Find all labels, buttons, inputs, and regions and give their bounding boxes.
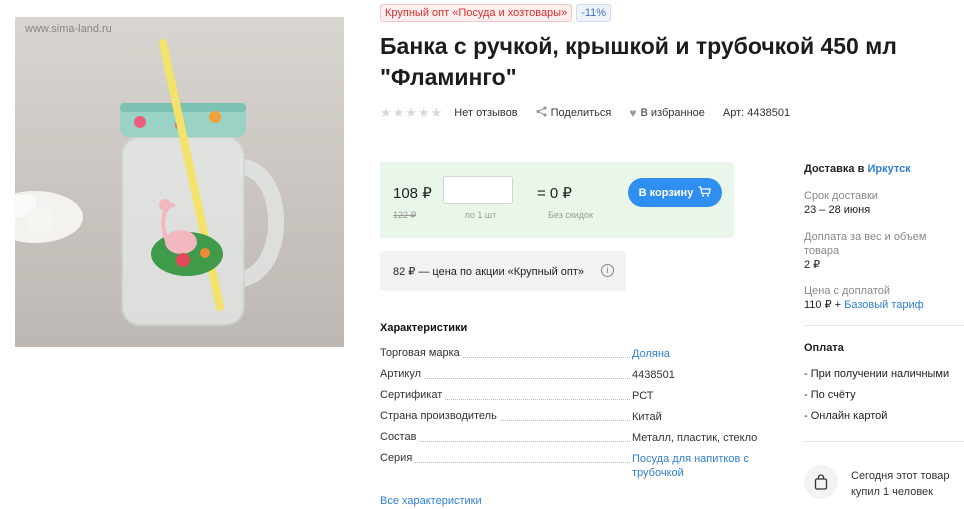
old-price: 122 ₽ — [393, 210, 417, 220]
share-icon — [536, 106, 547, 120]
char-value: Металл, пластик, стекло — [632, 432, 758, 444]
char-row-certificate: Сертификат РСТ — [380, 389, 760, 410]
quantity-note: по 1 шт — [465, 210, 497, 220]
divider — [804, 441, 964, 442]
series-link[interactable]: Посуда для напитков с трубочкой — [632, 452, 760, 480]
product-image[interactable]: www.sima-land.ru — [15, 17, 344, 347]
reviews-link[interactable]: Нет отзывов — [454, 107, 517, 119]
current-price: 108 ₽ — [393, 185, 432, 202]
char-key: Артикул — [380, 368, 425, 380]
surcharge-label: Доплата за вес и объем товара — [804, 231, 927, 257]
surcharge-value: 2 ₽ — [804, 259, 821, 271]
char-key: Торговая марка — [380, 347, 463, 359]
star-icon: ★ — [380, 105, 392, 120]
watermark: www.sima-land.ru — [25, 23, 112, 35]
char-key: Серия — [380, 452, 416, 464]
char-key: Страна производитель — [380, 410, 500, 422]
char-value: 4438501 — [632, 369, 675, 381]
char-value: РСТ — [632, 390, 654, 402]
cart-icon — [698, 185, 712, 200]
star-icon: ★ — [392, 105, 405, 120]
article-label: Арт: 4438501 — [722, 107, 791, 119]
delivery-heading: Доставка в Иркутск — [804, 163, 911, 175]
bought-text: Сегодня этот товар купил 1 человек — [851, 470, 950, 498]
price-box: 108 ₽ 122 ₽ по 1 шт = 0 ₽ Без скидок В к… — [380, 162, 734, 238]
delivery-heading-label: Доставка в — [804, 163, 865, 175]
delivery-term-label: Срок доставки — [804, 190, 878, 202]
promo-text: 82 ₽ — цена по акции «Крупный опт» — [393, 265, 585, 278]
info-icon[interactable]: i — [601, 264, 614, 277]
promo-price: 82 ₽ — цена по акции «Крупный опт» i — [380, 251, 626, 291]
rating-stars[interactable]: ★ ★ ★ ★ ★ — [380, 105, 442, 121]
share-label: Поделиться — [550, 107, 612, 119]
heart-icon: ♥ — [629, 106, 637, 120]
shopping-bag-icon — [804, 465, 838, 499]
divider — [804, 325, 964, 326]
jar-illustration — [15, 39, 284, 326]
total-note: Без скидок — [548, 210, 593, 220]
product-title: Банка с ручкой, крышкой и трубочкой 450 … — [380, 33, 897, 90]
price-with-surcharge-value: 110 ₽ + — [804, 299, 842, 311]
char-row-series: Серия Посуда для напитков с трубочкой — [380, 452, 760, 486]
all-characteristics-link[interactable]: Все характеристики — [380, 495, 482, 507]
characteristics-table: Торговая марка Доляна Артикул 4438501 Се… — [380, 347, 760, 486]
favorite-label: В избранное — [640, 107, 705, 119]
char-row-article: Артикул 4438501 — [380, 368, 760, 389]
reviews-label: Нет отзывов — [454, 107, 518, 119]
total-price: = 0 ₽ — [537, 185, 572, 202]
star-icon: ★ — [405, 105, 417, 120]
tariff-link[interactable]: Базовый тариф — [844, 299, 924, 311]
star-icon: ★ — [417, 105, 430, 120]
favorite-button[interactable]: ♥ В избранное — [629, 106, 705, 120]
char-key: Состав — [380, 431, 420, 443]
char-row-country: Страна производитель Китай — [380, 410, 760, 431]
price-with-surcharge-label: Цена с доплатой — [804, 285, 891, 297]
payment-heading: Оплата — [804, 342, 844, 354]
char-value: Китай — [632, 411, 662, 423]
add-to-cart-label: В корзину — [638, 186, 694, 199]
share-button[interactable]: Поделиться — [536, 106, 612, 120]
article-number: Арт: 4438501 — [723, 107, 790, 119]
brand-link[interactable]: Доляна — [632, 347, 760, 361]
city-link[interactable]: Иркутск — [867, 163, 910, 175]
payment-option: - При получении наличными — [804, 368, 950, 380]
delivery-term-value: 23 – 28 июня — [804, 204, 871, 216]
badge-group: Крупный опт «Посуда и хозтовары» -11% — [380, 4, 612, 22]
wholesale-badge[interactable]: Крупный опт «Посуда и хозтовары» — [380, 4, 573, 22]
char-key: Сертификат — [380, 389, 446, 401]
payment-option: - Онлайн картой — [804, 410, 888, 422]
discount-badge: -11% — [576, 4, 612, 22]
char-row-brand: Торговая марка Доляна — [380, 347, 760, 368]
payment-option: - По счёту — [804, 389, 856, 401]
product-meta: ★ ★ ★ ★ ★ Нет отзывов Поделиться ♥ В изб… — [380, 105, 808, 121]
char-row-composition: Состав Металл, пластик, стекло — [380, 431, 760, 452]
add-to-cart-button[interactable]: В корзину — [628, 178, 722, 207]
characteristics-title: Характеристики — [380, 322, 468, 334]
star-icon: ★ — [430, 105, 443, 120]
bought-today: Сегодня этот товар купил 1 человек — [804, 463, 964, 503]
price-with-surcharge: 110 ₽ + Базовый тариф — [804, 298, 924, 312]
quantity-input[interactable] — [443, 176, 513, 204]
